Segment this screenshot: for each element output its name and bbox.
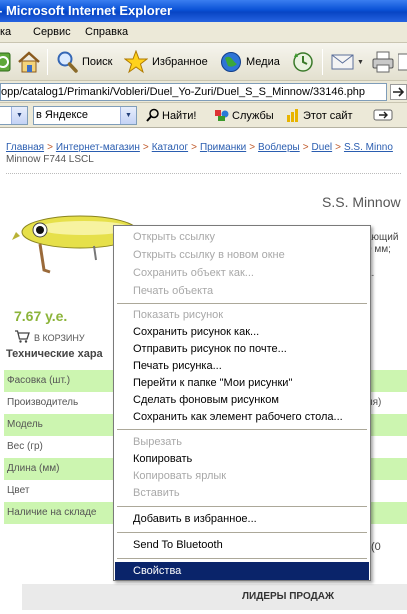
breadcrumb-home[interactable]: Главная: [6, 142, 44, 153]
spec-label: Цвет: [7, 485, 30, 496]
media-globe-icon: [220, 51, 242, 73]
yandex-services-label: Службы: [232, 110, 274, 122]
search-icon: [56, 50, 78, 74]
edit-button[interactable]: [398, 48, 407, 76]
spec-label: Производитель: [7, 397, 79, 408]
media-label: Медиа: [246, 56, 280, 68]
ctx-open-link-new-window: Открыть ссылку в новом окне: [133, 249, 285, 261]
edit-icon: [398, 51, 407, 73]
printer-icon: [371, 50, 395, 74]
menu-separator: [117, 303, 367, 304]
breadcrumb-lures[interactable]: Приманки: [200, 142, 246, 153]
yandex-input-dropdown-icon[interactable]: ▼: [11, 107, 27, 124]
menu-separator: [117, 429, 367, 430]
window-title: - Microsoft Internet Explorer: [0, 3, 173, 18]
breadcrumb-duel[interactable]: Duel: [312, 142, 333, 153]
yandex-find-button[interactable]: Найти!: [146, 107, 196, 125]
yandex-scope-value: в Яндексе: [36, 109, 89, 121]
ctx-properties[interactable]: Свойства: [115, 562, 369, 580]
favorites-label: Избранное: [152, 56, 208, 68]
refresh-button[interactable]: [0, 48, 12, 76]
ctx-copy[interactable]: Копировать: [115, 450, 369, 468]
rating-fragment: (0: [371, 541, 381, 553]
specs-heading: Технические хара: [6, 348, 103, 360]
context-menu: Открыть ссылку Открыть ссылку в новом ок…: [113, 225, 371, 581]
menu-separator: [117, 532, 367, 533]
search-button[interactable]: Поиск: [56, 48, 112, 76]
spec-label: Наличие на складе: [7, 507, 97, 518]
cart-icon: [14, 330, 30, 345]
yandex-extra-icon: [373, 108, 393, 125]
ctx-cut: Вырезать: [133, 436, 182, 448]
ctx-go-to-my-pictures[interactable]: Перейти к папке "Мои рисунки": [115, 374, 369, 392]
bestsellers-header: ЛИДЕРЫ ПРОДАЖ: [22, 584, 407, 610]
ctx-open-link: Открыть ссылку: [133, 231, 216, 243]
address-input[interactable]: opp/catalog1/Primanki/Vobleri/Duel_Yo-Zu…: [0, 83, 387, 101]
menu-separator: [117, 506, 367, 507]
breadcrumb-shop[interactable]: Интернет-магазин: [56, 142, 140, 153]
ctx-show-picture: Показать рисунок: [133, 309, 224, 321]
breadcrumb: Главная > Интернет-магазин > Каталог > Приманк…: [6, 142, 393, 153]
yandex-extra-button[interactable]: [373, 107, 393, 125]
ctx-copy-shortcut: Копировать ярлык: [133, 470, 227, 482]
bar-chart-icon: [286, 108, 300, 125]
ctx-paste: Вставить: [133, 487, 180, 499]
ctx-add-to-favorites[interactable]: Добавить в избранное...: [115, 510, 369, 528]
ctx-print-picture[interactable]: Печать рисунка...: [115, 357, 369, 375]
spec-label: Фасовка (шт.): [7, 375, 71, 386]
history-icon: [292, 51, 314, 73]
breadcrumb-catalog[interactable]: Каталог: [152, 142, 188, 153]
yandex-scope-dropdown-icon[interactable]: ▼: [120, 107, 136, 124]
ctx-email-picture[interactable]: Отправить рисунок по почте...: [115, 340, 369, 358]
ctx-set-as-desktop-item[interactable]: Сохранить как элемент рабочего стола...: [115, 408, 369, 426]
spec-label: Модель: [7, 419, 43, 430]
refresh-icon: [0, 51, 12, 73]
ctx-print-target: Печать объекта: [133, 285, 214, 297]
add-to-cart-button[interactable]: В КОРЗИНУ: [14, 330, 85, 345]
mail-dropdown-icon[interactable]: ▼: [357, 59, 364, 66]
star-icon: [124, 50, 148, 74]
yandex-find-label: Найти!: [162, 110, 197, 122]
menu-tools[interactable]: Сервис: [33, 22, 71, 43]
menu-view[interactable]: ка: [0, 22, 11, 43]
media-button[interactable]: Медиа: [220, 48, 280, 76]
yandex-search-input[interactable]: ▼: [0, 106, 28, 125]
yandex-this-site-button[interactable]: Этот сайт: [286, 107, 353, 125]
ctx-save-target-as: Сохранить объект как...: [133, 267, 254, 279]
spec-label: Вес (гр): [7, 441, 43, 452]
yandex-toolbar: ▼ в Яндексе ▼ Найти! Службы Этот сайт: [0, 103, 407, 128]
mail-button[interactable]: ▼: [331, 48, 364, 76]
home-icon: [16, 50, 42, 74]
yandex-services-button[interactable]: Службы: [214, 107, 274, 125]
standard-toolbar: Поиск Избранное Медиа ▼: [0, 43, 407, 81]
add-to-cart-label: В КОРЗИНУ: [34, 332, 85, 343]
mail-icon: [331, 52, 355, 72]
go-arrow-icon: [390, 84, 407, 103]
print-button[interactable]: [371, 48, 395, 76]
product-price: 7.67 у.е.: [14, 308, 68, 324]
divider: [6, 173, 401, 174]
yandex-scope-select[interactable]: в Яндексе ▼: [33, 106, 137, 125]
menu-bar: ка Сервис Справка: [0, 22, 407, 43]
find-magnifier-icon: [146, 108, 160, 125]
window-title-bar: - Microsoft Internet Explorer: [0, 0, 407, 22]
ctx-send-to-bluetooth[interactable]: Send To Bluetooth: [115, 536, 369, 554]
breadcrumb-wobblers[interactable]: Воблеры: [258, 142, 300, 153]
address-bar: opp/catalog1/Primanki/Vobleri/Duel_Yo-Zu…: [0, 81, 407, 103]
menu-help[interactable]: Справка: [85, 22, 128, 43]
ctx-save-picture-as[interactable]: Сохранить рисунок как...: [115, 323, 369, 341]
yandex-this-site-label: Этот сайт: [303, 110, 353, 122]
spec-label: Длина (мм): [7, 463, 60, 474]
menu-separator: [117, 558, 367, 559]
breadcrumb-ss-minnow[interactable]: S.S. Minno: [344, 142, 393, 153]
ctx-set-as-background[interactable]: Сделать фоновым рисунком: [115, 391, 369, 409]
history-button[interactable]: [292, 48, 314, 76]
favorites-button[interactable]: Избранное: [124, 48, 208, 76]
product-title: S.S. Minnow: [322, 194, 401, 210]
breadcrumb-current: Minnow F744 LSCL: [6, 154, 94, 165]
home-button[interactable]: [16, 48, 42, 76]
address-go-button[interactable]: [390, 84, 407, 100]
services-icon: [214, 108, 230, 125]
search-label: Поиск: [82, 56, 113, 68]
